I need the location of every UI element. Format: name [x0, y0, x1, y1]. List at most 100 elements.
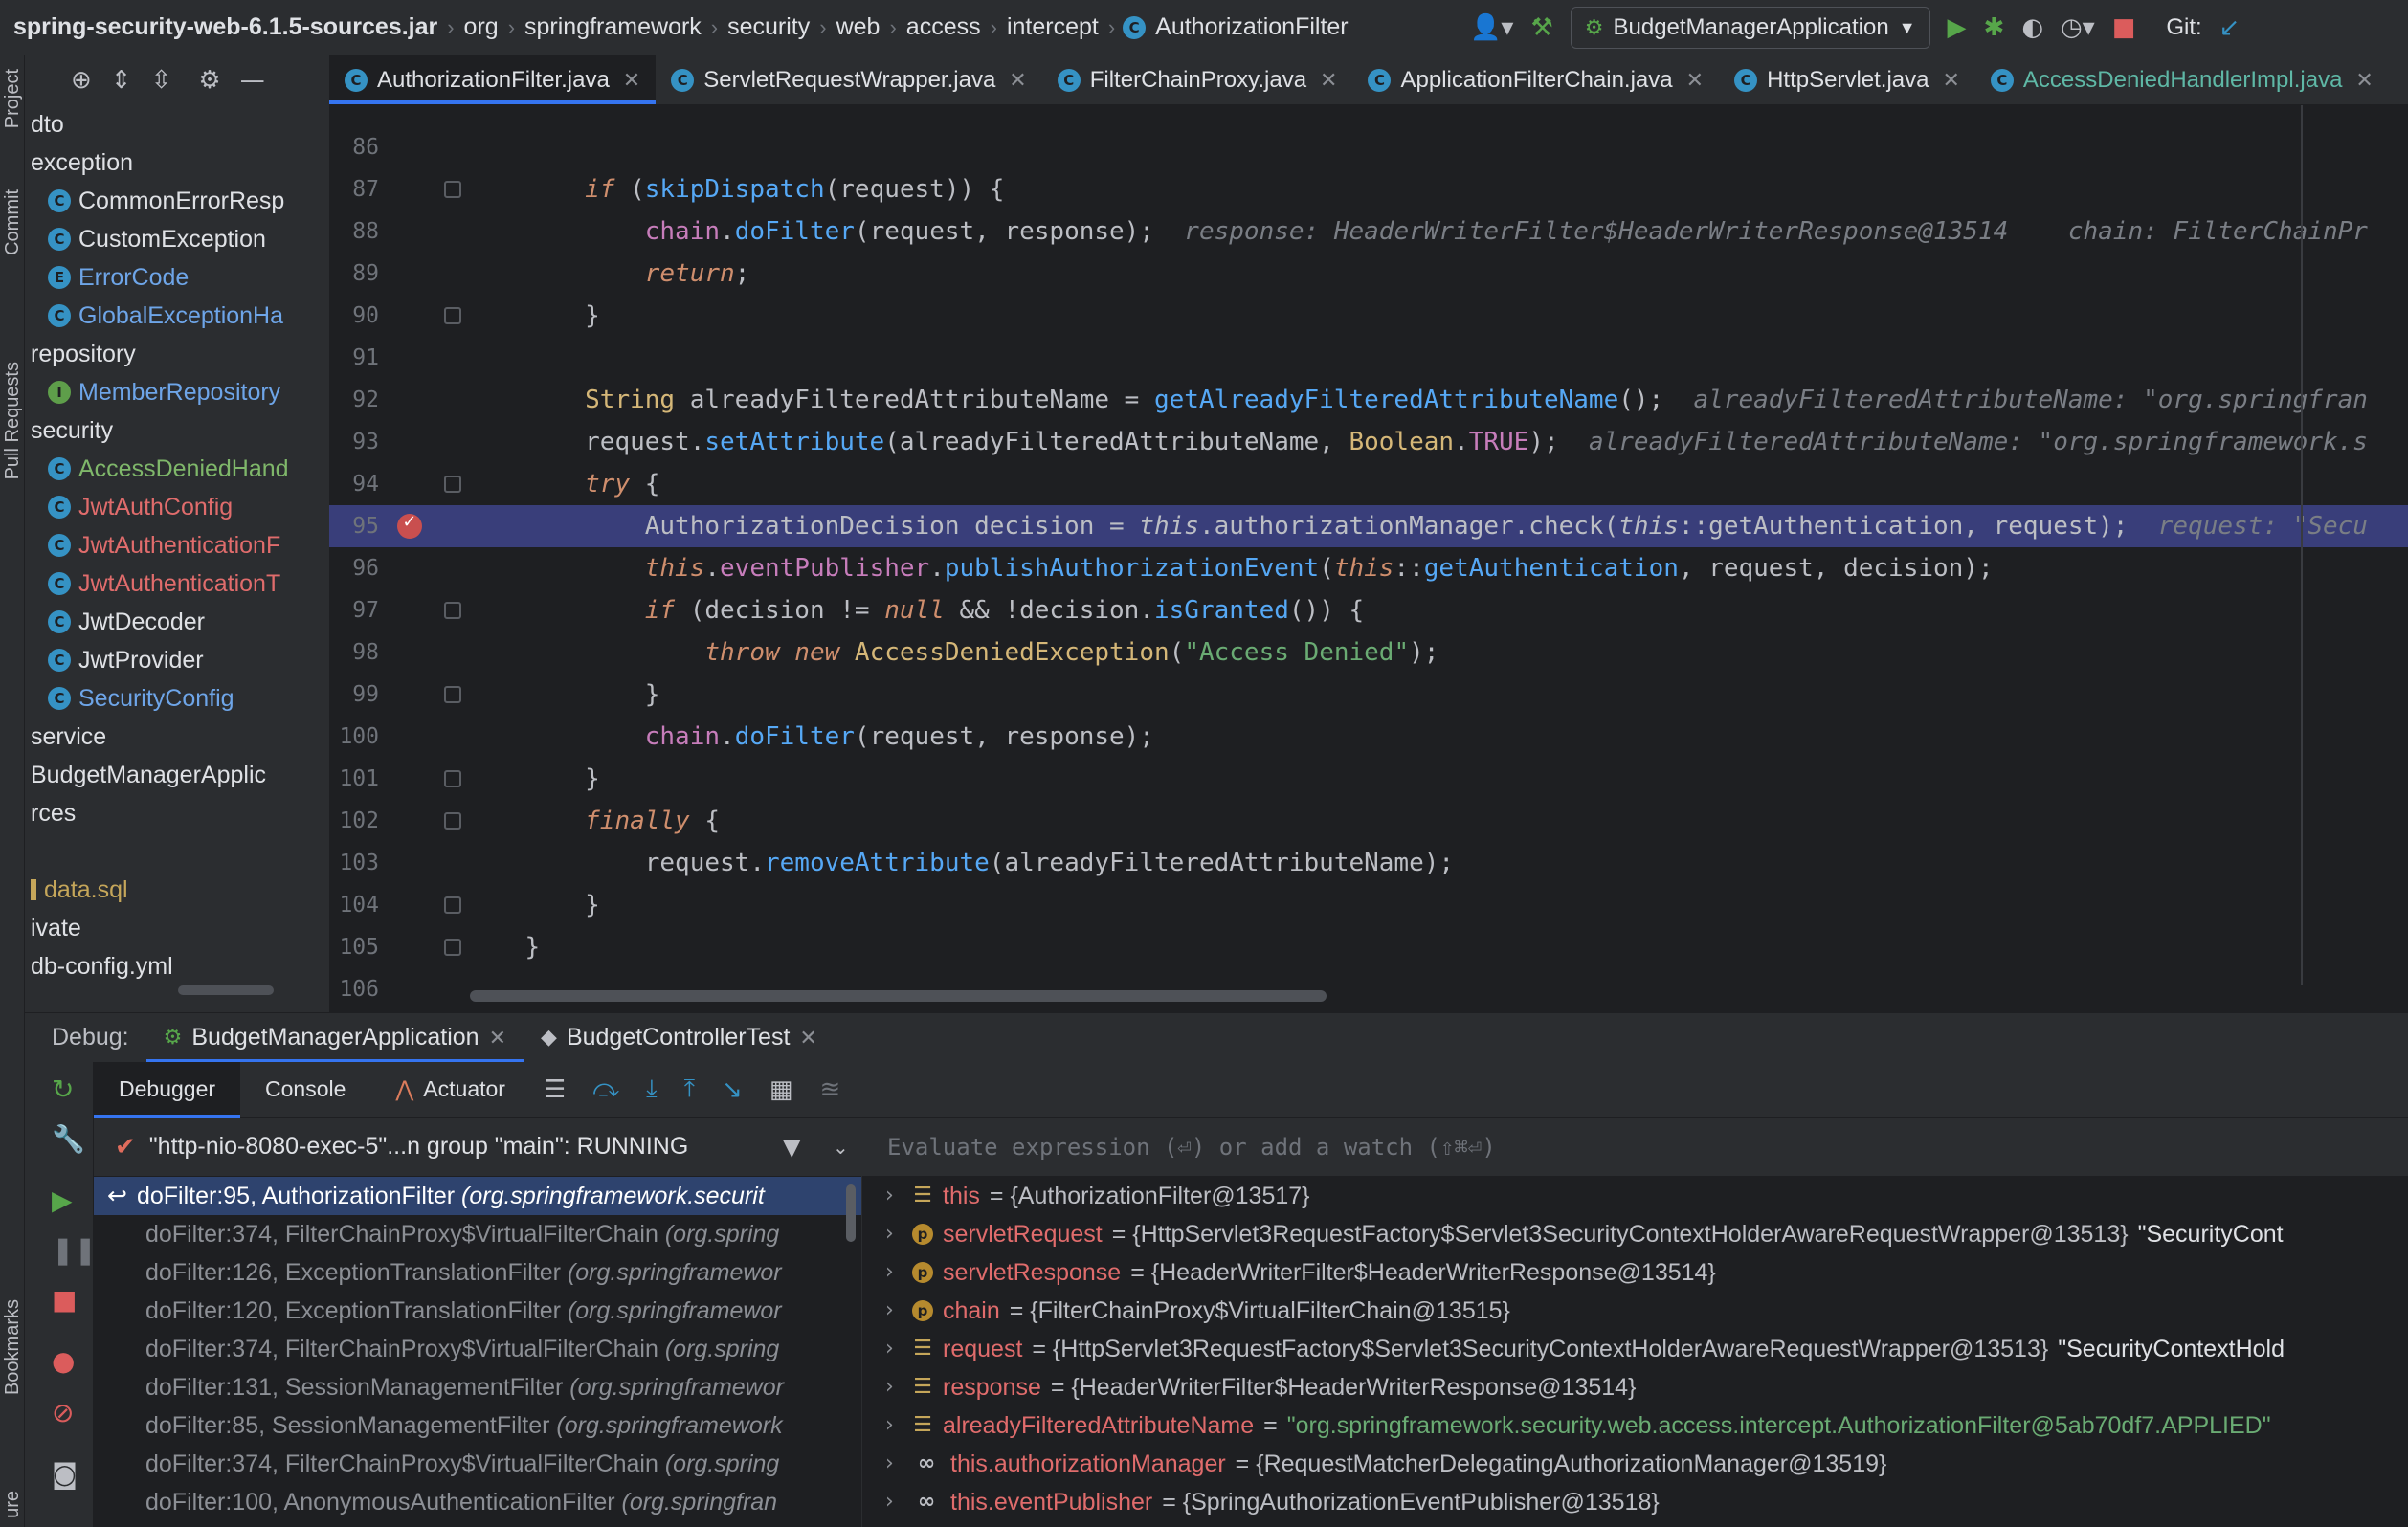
stop-icon[interactable]: ■	[52, 1284, 77, 1316]
user-icon[interactable]: 👤▾	[1470, 13, 1513, 42]
tree-item[interactable]: E ErrorCode	[25, 258, 329, 297]
line-number[interactable]: 91	[329, 337, 379, 379]
hide-icon[interactable]: —	[240, 66, 265, 95]
step-out-icon[interactable]: ⤒	[684, 1074, 696, 1104]
line-number[interactable]: 88	[329, 210, 379, 253]
close-icon[interactable]: ✕	[799, 1026, 816, 1051]
structure-tool-button[interactable]: ure	[2, 1491, 24, 1518]
pull-requests-tool-button[interactable]: Pull Requests	[2, 362, 24, 479]
breadcrumb-item[interactable]: intercept	[997, 13, 1108, 41]
tree-item[interactable]: BudgetManagerApplic	[25, 756, 329, 794]
tree-item[interactable]: I MemberRepository	[25, 373, 329, 411]
breadcrumb-item[interactable]: spring-security-web-6.1.5-sources.jar	[0, 13, 447, 41]
tree-item[interactable]: C JwtProvider	[25, 641, 329, 679]
fold-marker-icon[interactable]	[444, 896, 461, 915]
tree-item[interactable]: security	[25, 411, 329, 450]
fold-marker-icon[interactable]	[444, 939, 461, 957]
tree-item[interactable]: ivate	[25, 909, 329, 947]
code-line[interactable]: 97 if (decision != null && !decision.isG…	[329, 589, 2408, 631]
tab-debugger[interactable]: Debugger	[94, 1061, 241, 1118]
step-into-icon[interactable]: ⤓	[646, 1074, 658, 1104]
code-line[interactable]: 100 chain.doFilter(request, response);	[329, 716, 2408, 758]
stop-icon[interactable]: ■	[2112, 13, 2136, 42]
chevron-right-icon[interactable]: ›	[885, 1368, 903, 1406]
tree-item[interactable]: repository	[25, 335, 329, 373]
fold-marker-icon[interactable]	[444, 307, 461, 325]
resume-icon[interactable]: ▶	[52, 1184, 73, 1216]
variable-row[interactable]: › ∞ this.authorizationManager = {RequestMat…	[862, 1445, 2408, 1483]
chevron-right-icon[interactable]: ›	[885, 1330, 903, 1368]
evaluate-table-icon[interactable]: ▦	[769, 1075, 793, 1104]
stack-frame[interactable]: doFilter:85, SessionManagementFilter (or…	[94, 1406, 861, 1445]
line-number[interactable]: 103	[329, 842, 379, 884]
line-number[interactable]: 90	[329, 295, 379, 337]
code-line[interactable]: 101 }	[329, 758, 2408, 800]
view-breakpoints-icon[interactable]: ●	[52, 1345, 75, 1377]
breadcrumb-item[interactable]: org	[455, 13, 508, 41]
fold-marker-icon[interactable]	[444, 770, 461, 788]
expand-all-icon[interactable]: ⇕	[111, 66, 132, 95]
code-line[interactable]: 92 String alreadyFilteredAttributeName =…	[329, 379, 2408, 421]
fold-marker-icon[interactable]	[444, 812, 461, 830]
variable-row[interactable]: › ∞ this.eventPublisher = {SpringAuthorizat…	[862, 1483, 2408, 1521]
code-line[interactable]: 94 try {	[329, 463, 2408, 505]
line-number[interactable]: 98	[329, 631, 379, 674]
code-line[interactable]: 103 request.removeAttribute(alreadyFilte…	[329, 842, 2408, 884]
chevron-right-icon[interactable]: ›	[885, 1406, 903, 1445]
thread-selector[interactable]: ✔ "http-nio-8080-exec-5"...n group "main…	[94, 1118, 861, 1177]
code-line[interactable]: 99 }	[329, 674, 2408, 716]
close-icon[interactable]: ✕	[489, 1026, 506, 1051]
debug-bug-icon[interactable]: ✱	[1984, 13, 2005, 42]
variable-row[interactable]: › ☰ response = {HeaderWriterFilter$HeaderWr…	[862, 1368, 2408, 1406]
project-tool-button[interactable]: Project	[2, 69, 24, 128]
code-line[interactable]: 91	[329, 337, 2408, 379]
editor-tab[interactable]: C AccessDeniedHandlerImpl.java ✕	[1975, 55, 2389, 104]
line-number[interactable]: 94	[329, 463, 379, 505]
line-number[interactable]: 89	[329, 253, 379, 295]
variable-row[interactable]: › ☰ this = {AuthorizationFilter@13517}	[862, 1177, 2408, 1215]
stack-frame[interactable]: doFilter:374, FilterChainProxy$VirtualFi…	[94, 1445, 861, 1483]
gear-icon[interactable]: ⚙	[198, 66, 220, 95]
stack-frame[interactable]: doFilter:100, AnonymousAuthenticationFil…	[94, 1483, 861, 1521]
chevron-right-icon[interactable]: ›	[885, 1253, 903, 1292]
breadcrumb-item[interactable]: access	[897, 13, 991, 41]
code-line[interactable]: 98 throw new AccessDeniedException("Acce…	[329, 631, 2408, 674]
line-number[interactable]: 93	[329, 421, 379, 463]
chevron-right-icon[interactable]: ›	[885, 1177, 903, 1215]
settings-wrench-icon[interactable]: 🔧	[52, 1123, 85, 1155]
evaluate-expression-input[interactable]	[862, 1118, 2408, 1177]
filter-icon[interactable]: ▼	[783, 1134, 800, 1161]
tab-console[interactable]: Console	[240, 1062, 370, 1118]
line-number[interactable]: 105	[329, 926, 379, 968]
variable-row[interactable]: › p servletResponse = {HeaderWriterFilter$H…	[862, 1253, 2408, 1292]
code-line[interactable]: 87 if (skipDispatch(request)) {	[329, 168, 2408, 210]
variable-row[interactable]: › ☰ alreadyFilteredAttributeName = "org.spr…	[862, 1406, 2408, 1445]
variable-row[interactable]: › ☰ request = {HttpServlet3RequestFactory$S…	[862, 1330, 2408, 1368]
fold-marker-icon[interactable]	[444, 476, 461, 494]
frames-scrollbar[interactable]	[846, 1184, 856, 1242]
run-configuration-select[interactable]: ⚙ BudgetManagerApplication ▼	[1570, 7, 1930, 49]
close-icon[interactable]: ✕	[1009, 68, 1026, 93]
chevron-right-icon[interactable]: ›	[885, 1483, 903, 1521]
stack-frame[interactable]: doFilter:374, FilterChainProxy$VirtualFi…	[94, 1215, 861, 1253]
tree-item[interactable]: rces	[25, 794, 329, 832]
stack-frame[interactable]: doFilter:120, ExceptionTranslationFilter…	[94, 1292, 861, 1330]
code-line[interactable]: 95 AuthorizationDecision decision = this…	[329, 505, 2408, 548]
variable-row[interactable]: › p servletRequest = {HttpServlet3RequestFa…	[862, 1215, 2408, 1253]
chevron-down-icon[interactable]: ⌄	[833, 1136, 849, 1159]
git-update-icon[interactable]: ↙	[2219, 13, 2241, 42]
run-icon[interactable]: ▶	[1948, 13, 1967, 42]
collapse-all-icon[interactable]: ⇳	[151, 66, 172, 95]
camera-icon[interactable]: ◙	[52, 1458, 78, 1490]
editor-tab[interactable]: C FilterChainProxy.java ✕	[1042, 55, 1353, 104]
stack-frame[interactable]: doFilter:374, FilterChainProxy$VirtualFi…	[94, 1330, 861, 1368]
code-line[interactable]: 86	[329, 126, 2408, 168]
code-line[interactable]: 93 request.setAttribute(alreadyFilteredA…	[329, 421, 2408, 463]
tree-item[interactable]: data.sql	[25, 871, 329, 909]
breadcrumb-item[interactable]: springframework	[515, 13, 711, 41]
tree-item[interactable]: C CommonErrorResp	[25, 182, 329, 220]
select-opened-file-icon[interactable]: ⊕	[71, 66, 92, 95]
editor-tab[interactable]: C ServletRequestWrapper.java ✕	[656, 55, 1042, 104]
code-line[interactable]: 96 this.eventPublisher.publishAuthorizat…	[329, 547, 2408, 589]
stack-frame[interactable]: doFilter:131, SessionManagementFilter (o…	[94, 1368, 861, 1406]
